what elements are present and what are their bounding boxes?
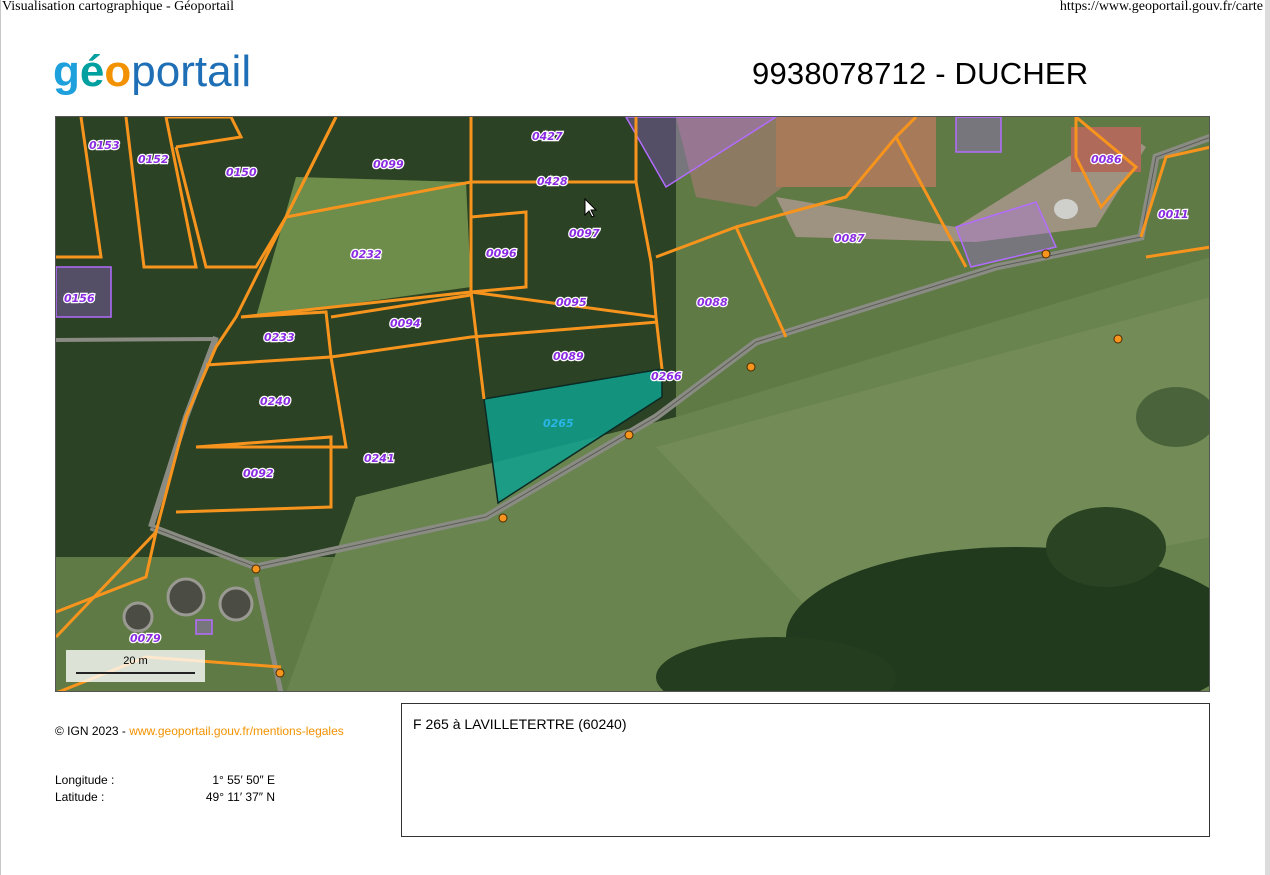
copyright-prefix: © IGN 2023 - (55, 724, 130, 738)
parcel-label: 0266 (651, 370, 682, 383)
parcel-label: 0156 (64, 292, 95, 305)
scale-bar: 20 m (66, 650, 205, 682)
parcel-label: 0095 (556, 296, 587, 309)
selected-parcel-label: 0265 (543, 417, 574, 430)
map-canvas[interactable]: 0153 0152 0150 0099 0427 0428 0097 0232 … (56, 117, 1210, 692)
comment-text: F 265 à LAVILLETERTRE (60240) (413, 716, 627, 732)
parcel-label: 0428 (537, 175, 568, 188)
longitude-label: Longitude : (55, 773, 115, 787)
parcel-label: 0089 (553, 350, 584, 363)
parcel-label: 0153 (89, 139, 120, 152)
copyright: © IGN 2023 - www.geoportail.gouv.fr/ment… (55, 724, 344, 738)
parcel-label: 0240 (260, 395, 291, 408)
parcel-label: 0092 (243, 467, 274, 480)
page-edge-left (0, 0, 1, 875)
page-edge-right (1265, 0, 1270, 875)
latitude-label: Latitude : (55, 790, 105, 804)
parcel-label: 0150 (226, 166, 257, 179)
longitude-value: 1° 55′ 50″ E (212, 773, 275, 787)
latitude-row: Latitude : 49° 11′ 37″ N (55, 789, 275, 806)
legal-notice-link[interactable]: www.geoportail.gouv.fr/mentions-legales (129, 724, 344, 738)
latitude-value: 49° 11′ 37″ N (205, 790, 275, 804)
parcel-label: 0099 (373, 158, 404, 171)
parcel-label: 0086 (1091, 153, 1122, 166)
parcel-label: 0087 (834, 232, 865, 245)
comment-box[interactable]: F 265 à LAVILLETERTRE (60240) (401, 703, 1210, 837)
cadastral-map[interactable]: 0153 0152 0150 0099 0427 0428 0097 0232 … (55, 116, 1210, 692)
parcel-label: 0096 (486, 247, 517, 260)
print-header-url: https://www.geoportail.gouv.fr/carte (1059, 0, 1263, 14)
scale-label: 20 m (123, 655, 148, 667)
longitude-row: Longitude : 1° 55′ 50″ E (55, 772, 275, 789)
parcel-label: 0233 (264, 331, 295, 344)
svg-text:géoportail: géoportail (53, 48, 251, 96)
parcel-label: 0232 (351, 248, 382, 261)
parcel-label: 0079 (130, 632, 161, 645)
parcel-label: 0241 (364, 452, 395, 465)
parcel-label: 0097 (569, 227, 600, 240)
print-header-title: Visualisation cartographique - Géoportai… (2, 0, 235, 14)
coordinates: Longitude : 1° 55′ 50″ E Latitude : 49° … (55, 772, 275, 806)
geoportail-logo: géoportail (53, 48, 283, 100)
scale-line (76, 672, 195, 674)
parcel-label: 0094 (390, 317, 421, 330)
print-header: Visualisation cartographique - Géoportai… (0, 0, 1265, 16)
document-title: 9938078712 - DUCHER (752, 56, 1089, 91)
parcel-label: 0088 (697, 296, 728, 309)
parcel-label: 0011 (1158, 208, 1189, 221)
parcel-label: 0152 (138, 153, 169, 166)
parcel-label: 0427 (532, 130, 563, 143)
